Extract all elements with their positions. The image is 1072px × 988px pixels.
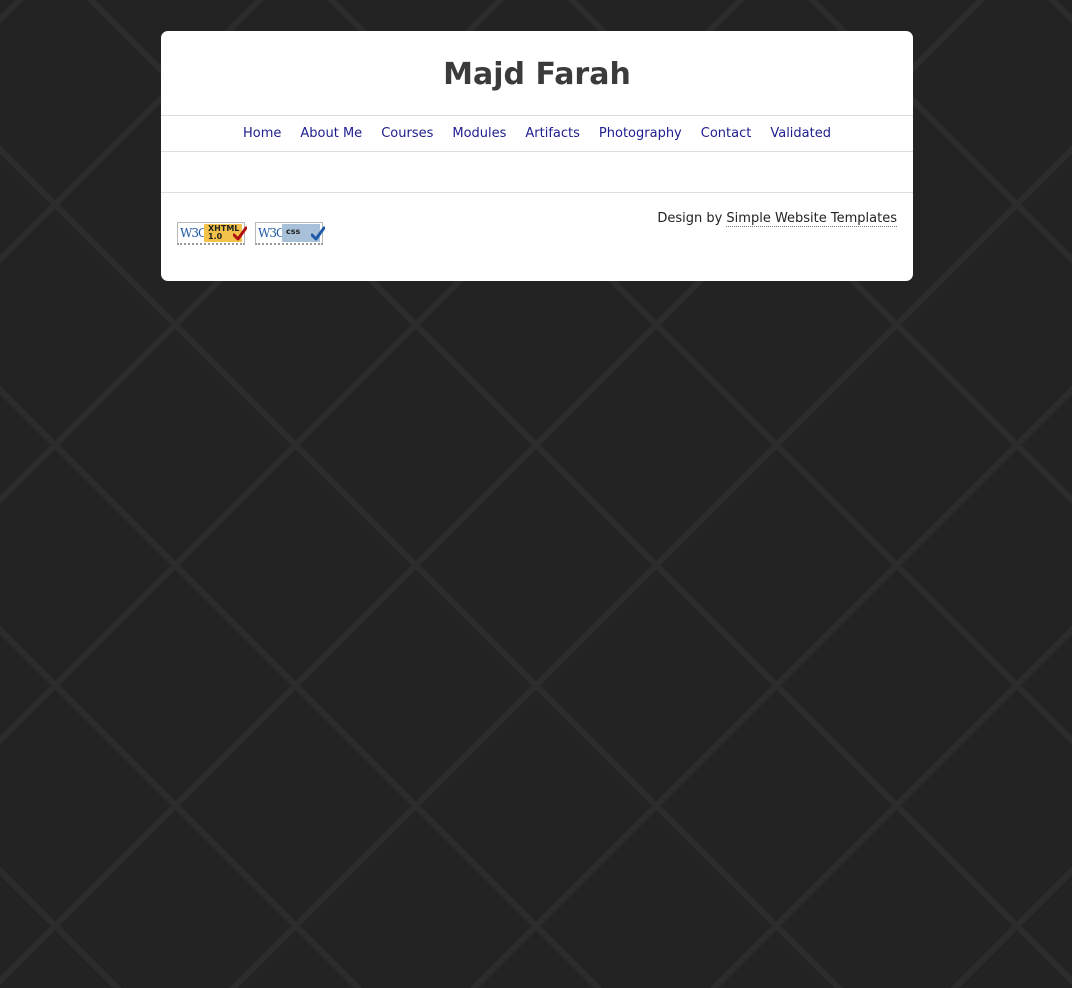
nav-link-photography[interactable]: Photography [599, 126, 682, 141]
validation-badges: W3C XHTML 1.0 W3C css [177, 222, 325, 245]
xhtml-badge-line2: 1.0 [208, 232, 223, 241]
nav-link-about-me[interactable]: About Me [300, 126, 362, 141]
nav-link-modules[interactable]: Modules [452, 126, 506, 141]
site-title: Majd Farah [443, 56, 631, 92]
page-container: Majd Farah Home About Me Courses Modules… [161, 31, 913, 281]
checkmark-icon [233, 226, 247, 241]
checkmark-icon [311, 226, 325, 241]
site-header: Majd Farah [161, 31, 913, 116]
w3c-logo-text: W3C [258, 226, 285, 240]
nav-link-courses[interactable]: Courses [381, 126, 433, 141]
w3c-xhtml-badge[interactable]: W3C XHTML 1.0 [177, 222, 247, 245]
nav-link-artifacts[interactable]: Artifacts [525, 126, 580, 141]
design-credit: Design by Simple Website Templates [657, 211, 897, 227]
credit-prefix: Design by [657, 211, 723, 226]
nav-link-contact[interactable]: Contact [701, 126, 752, 141]
nav-link-home[interactable]: Home [243, 126, 281, 141]
w3c-css-badge[interactable]: W3C css [255, 222, 325, 245]
nav-link-validated[interactable]: Validated [770, 126, 831, 141]
credit-link[interactable]: Simple Website Templates [726, 211, 897, 227]
site-footer: W3C XHTML 1.0 W3C css Design by Simple W… [161, 193, 913, 281]
w3c-logo-text: W3C [180, 226, 207, 240]
main-navigation: Home About Me Courses Modules Artifacts … [161, 116, 913, 152]
main-content [161, 152, 913, 193]
